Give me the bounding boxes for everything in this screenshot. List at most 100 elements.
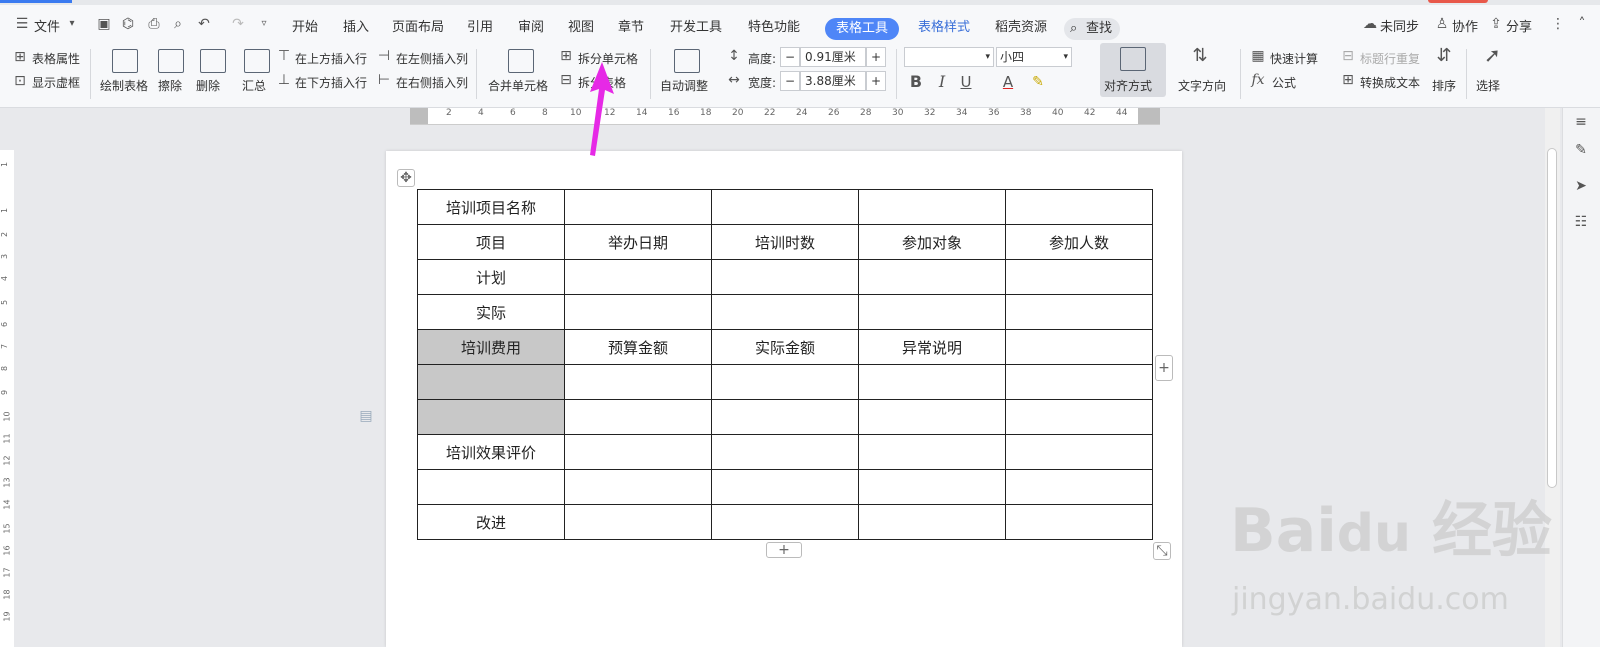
tab-review[interactable]: 审阅	[518, 16, 544, 35]
login-tab-indicator[interactable]	[1428, 0, 1488, 3]
table-cell-selected[interactable]	[417, 399, 565, 435]
table-cell[interactable]: 参加对象	[858, 224, 1006, 260]
format-painter-icon[interactable]: ⌬	[120, 16, 136, 32]
font-color-icon[interactable]: A	[1000, 74, 1016, 90]
settings-sliders-icon[interactable]: ☷	[1573, 214, 1589, 230]
tab-features[interactable]: 特色功能	[748, 16, 800, 35]
table-cell[interactable]: 实际	[417, 294, 565, 330]
table-cell[interactable]	[1005, 189, 1153, 225]
table-cell[interactable]	[564, 189, 712, 225]
vertical-ruler[interactable]: 1 1 2 3 4 5 6 7 8 9 10 11 12 13 14 15 16…	[0, 150, 14, 647]
to-text-button[interactable]: 转换成文本	[1360, 74, 1420, 91]
table-cell[interactable]: 实际金额	[711, 329, 859, 365]
align-button[interactable]: 对齐方式	[1104, 77, 1152, 94]
table-cell[interactable]	[858, 399, 1006, 435]
redo-icon[interactable]: ↷	[230, 16, 246, 32]
tab-home[interactable]: 开始	[292, 16, 318, 35]
collab-button[interactable]: 协作	[1452, 16, 1478, 35]
collapse-ribbon-icon[interactable]: ˄	[1574, 16, 1590, 32]
table-cell[interactable]	[858, 364, 1006, 400]
share-button[interactable]: 分享	[1506, 16, 1532, 35]
underline-icon[interactable]: U	[958, 74, 974, 90]
table-cell[interactable]	[1005, 259, 1153, 295]
table-cell[interactable]	[711, 259, 859, 295]
insert-col-left-button[interactable]: 在左侧插入列	[396, 50, 468, 67]
font-size-select[interactable]: 小四 ▾	[996, 47, 1072, 67]
bold-icon[interactable]: B	[908, 74, 924, 90]
table-cell[interactable]	[1005, 399, 1153, 435]
table-cell[interactable]	[858, 259, 1006, 295]
panel-menu-icon[interactable]: ≡	[1573, 114, 1589, 130]
training-table[interactable]: 培训项目名称 项目 举办日期 培训时数 参加对象 参加人数 计划 实际 培训费用…	[417, 189, 1153, 540]
table-cell[interactable]: 培训时数	[711, 224, 859, 260]
more-icon[interactable]: ▿	[256, 16, 272, 32]
tab-docer-resources[interactable]: 稻壳资源	[995, 16, 1047, 35]
table-cell[interactable]	[564, 294, 712, 330]
table-cell[interactable]	[564, 504, 712, 540]
table-cell[interactable]	[564, 259, 712, 295]
table-move-handle-icon[interactable]: ✥	[397, 169, 415, 187]
scrollbar-thumb[interactable]	[1547, 148, 1557, 488]
table-cell[interactable]: 异常说明	[858, 329, 1006, 365]
table-cell[interactable]	[711, 434, 859, 470]
table-cell[interactable]: 举办日期	[564, 224, 712, 260]
highlight-icon[interactable]: ✎	[1030, 74, 1046, 90]
add-column-button[interactable]: +	[1155, 355, 1173, 381]
save-icon[interactable]: ▣	[96, 16, 112, 32]
table-cell[interactable]	[1005, 329, 1153, 365]
auto-adjust-button[interactable]: 自动调整	[660, 77, 708, 94]
search-button[interactable]: ⌕ 查找	[1064, 18, 1120, 40]
height-input[interactable]: 0.91厘米	[800, 47, 866, 67]
table-cell[interactable]	[564, 364, 712, 400]
italic-icon[interactable]: I	[934, 74, 950, 90]
table-cell[interactable]	[1005, 504, 1153, 540]
table-cell[interactable]	[711, 469, 859, 505]
font-family-select[interactable]: ▾	[904, 47, 994, 67]
cursor-select-icon[interactable]: ➤	[1573, 178, 1589, 194]
table-cell-selected[interactable]	[417, 364, 565, 400]
print-preview-icon[interactable]: ⌕	[170, 16, 186, 32]
draw-table-button[interactable]: 绘制表格	[100, 77, 148, 94]
table-cell[interactable]	[711, 294, 859, 330]
tab-references[interactable]: 引用	[467, 16, 493, 35]
insert-row-above-button[interactable]: 在上方插入行	[295, 50, 367, 67]
width-increase-button[interactable]: +	[866, 71, 886, 91]
add-row-button[interactable]: +	[766, 542, 802, 558]
quick-calc-button[interactable]: 快速计算	[1270, 50, 1318, 67]
doc-outline-icon[interactable]: ▤	[358, 408, 374, 424]
file-menu[interactable]: 文件	[34, 16, 60, 35]
table-cell[interactable]	[1005, 294, 1153, 330]
insert-row-below-button[interactable]: 在下方插入行	[295, 74, 367, 91]
width-input[interactable]: 3.88厘米	[800, 71, 866, 91]
table-cell[interactable]	[858, 469, 1006, 505]
table-cell[interactable]	[1005, 469, 1153, 505]
table-cell[interactable]	[858, 434, 1006, 470]
summary-button[interactable]: 汇总	[242, 77, 266, 94]
height-increase-button[interactable]: +	[866, 47, 886, 67]
table-cell[interactable]: 预算金额	[564, 329, 712, 365]
hamburger-icon[interactable]: ☰	[14, 16, 30, 32]
table-cell[interactable]: 项目	[417, 224, 565, 260]
table-cell[interactable]	[564, 469, 712, 505]
tab-chapter[interactable]: 章节	[618, 16, 644, 35]
sort-button[interactable]: 排序	[1432, 77, 1456, 94]
table-cell[interactable]	[858, 294, 1006, 330]
table-cell[interactable]: 参加人数	[1005, 224, 1153, 260]
table-cell[interactable]	[417, 469, 565, 505]
unsync-button[interactable]: 未同步	[1380, 16, 1419, 35]
table-resize-handle-icon[interactable]: ⤡	[1153, 542, 1171, 560]
table-props-button[interactable]: 表格属性	[32, 50, 80, 67]
tab-table-style[interactable]: 表格样式	[918, 16, 970, 35]
chevron-down-icon[interactable]: ▾	[64, 16, 80, 32]
table-cell-selected[interactable]: 培训费用	[417, 329, 565, 365]
table-cell[interactable]	[1005, 364, 1153, 400]
title-repeat-button[interactable]: 标题行重复	[1360, 50, 1420, 67]
height-decrease-button[interactable]: −	[780, 47, 800, 67]
print-icon[interactable]: ⎙	[146, 16, 162, 32]
tab-page-layout[interactable]: 页面布局	[392, 16, 444, 35]
insert-col-right-button[interactable]: 在右侧插入列	[396, 74, 468, 91]
table-cell[interactable]	[858, 189, 1006, 225]
table-cell[interactable]: 计划	[417, 259, 565, 295]
more-options-icon[interactable]: ⋮	[1550, 16, 1566, 32]
horizontal-ruler[interactable]: 2 4 6 8 10 12 14 16 18 20 22 24 26 28 30…	[410, 108, 1160, 125]
